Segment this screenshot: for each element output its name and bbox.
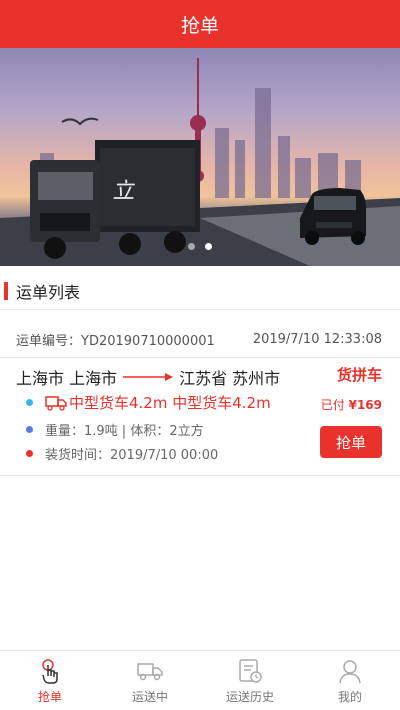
weight-volume-row: 重量：1.9吨 | 体积：2立方 bbox=[26, 420, 204, 439]
order-number: 运单编号：YD20190710000001 bbox=[16, 334, 215, 349]
tab-label: 运送中 bbox=[131, 689, 168, 704]
order-card[interactable]: 上海市 上海市 江苏省 苏州市 货拼车 中型货车4.2m 中型货车4.2m 已付… bbox=[0, 358, 400, 476]
tab-grab-order[interactable]: 抢单 bbox=[0, 651, 100, 710]
carousel-dot[interactable] bbox=[188, 243, 195, 250]
history-list-icon bbox=[236, 657, 264, 685]
carousel-indicator bbox=[0, 243, 400, 250]
truck-icon bbox=[136, 657, 164, 685]
tab-label: 抢单 bbox=[37, 689, 62, 704]
tab-history[interactable]: 运送历史 bbox=[200, 651, 300, 710]
order-price: ¥169 bbox=[348, 398, 382, 412]
grab-order-button[interactable]: 抢单 bbox=[320, 426, 382, 458]
payment-status: 已付 ¥169 bbox=[320, 398, 382, 412]
svg-text:立: 立 bbox=[112, 178, 139, 204]
tab-label: 运送历史 bbox=[225, 689, 274, 704]
section-accent-bar bbox=[4, 281, 8, 300]
truck-type-row: 中型货车4.2m 中型货车4.2m bbox=[26, 392, 271, 413]
tab-profile[interactable]: 我的 bbox=[300, 651, 400, 710]
order-route: 上海市 上海市 江苏省 苏州市 bbox=[16, 364, 386, 390]
top-header: 抢单 bbox=[0, 0, 400, 48]
bottom-tab-bar: 抢单 运送中 运送历史 我的 bbox=[0, 650, 400, 710]
weight-volume: 重量：1.9吨 | 体积：2立方 bbox=[45, 424, 204, 439]
order-meta-row: 运单编号：YD20190710000001 2019/7/10 12:33:08 bbox=[0, 322, 400, 358]
route-origin: 上海市 上海市 bbox=[16, 369, 118, 388]
order-datetime: 2019/7/10 12:33:08 bbox=[252, 332, 382, 347]
banner-image: 立 bbox=[0, 58, 400, 266]
route-destination: 江苏省 苏州市 bbox=[179, 369, 281, 388]
truck-icon bbox=[45, 395, 67, 411]
tab-label: 我的 bbox=[337, 689, 362, 704]
route-arrow-icon bbox=[123, 371, 174, 383]
section-title: 运单列表 bbox=[16, 282, 81, 302]
bullet-dot bbox=[26, 450, 33, 457]
bullet-dot bbox=[26, 399, 33, 406]
truck-types: 中型货车4.2m 中型货车4.2m bbox=[69, 394, 271, 412]
load-time-row: 装货时间：2019/7/10 00:00 bbox=[26, 444, 218, 463]
promo-banner[interactable]: 立 bbox=[0, 48, 400, 266]
user-icon bbox=[336, 657, 364, 685]
section-header: 运单列表 bbox=[0, 272, 400, 310]
tab-in-transit[interactable]: 运送中 bbox=[100, 651, 200, 710]
order-type-tag: 货拼车 bbox=[336, 366, 382, 384]
load-time: 装货时间：2019/7/10 00:00 bbox=[45, 448, 219, 463]
bullet-dot bbox=[26, 426, 33, 433]
page-title: 抢单 bbox=[180, 14, 219, 37]
hand-tap-icon bbox=[36, 657, 64, 685]
carousel-dot-active[interactable] bbox=[205, 243, 212, 250]
